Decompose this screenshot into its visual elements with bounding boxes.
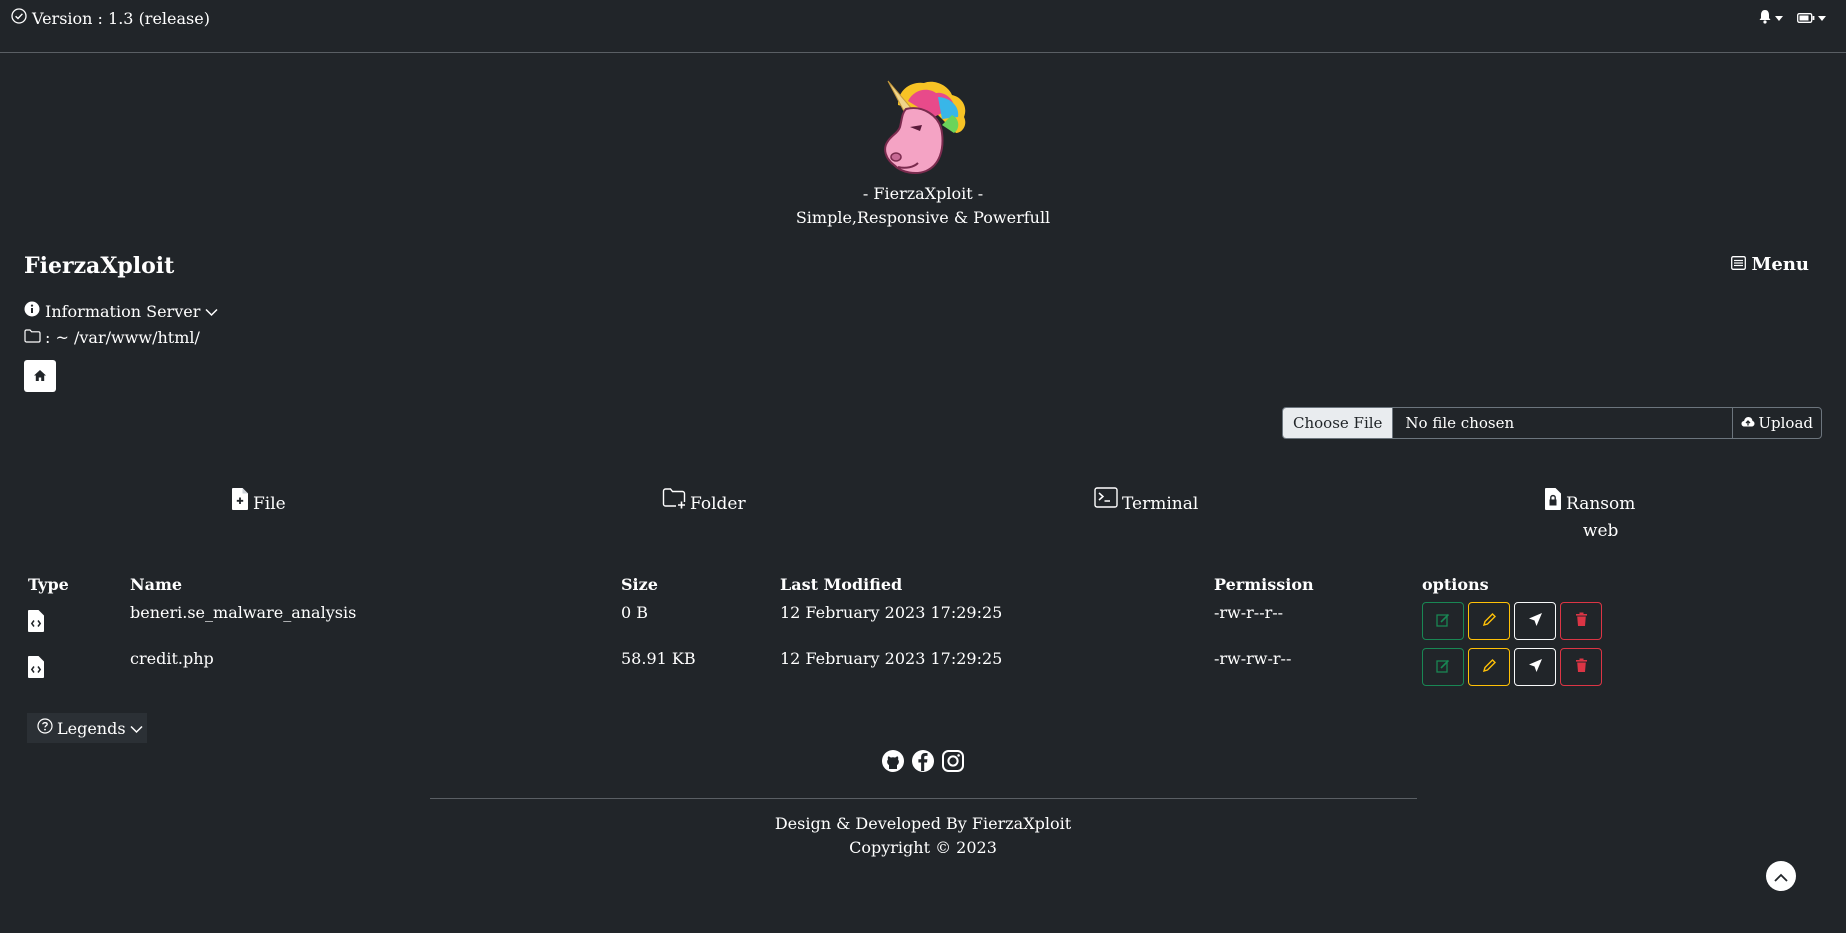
file-code-icon bbox=[24, 609, 48, 633]
upload-form: Choose File No file chosen Upload bbox=[1282, 407, 1822, 439]
terminal-button[interactable]: Terminal bbox=[1094, 487, 1198, 518]
chevron-up-icon bbox=[1774, 867, 1788, 886]
file-modified: 12 February 2023 17:29:25 bbox=[780, 649, 1003, 668]
edit-icon bbox=[1436, 658, 1450, 677]
folder-plus-icon bbox=[662, 487, 686, 518]
menu-button[interactable]: Menu bbox=[1731, 254, 1809, 275]
choose-file-button[interactable]: Choose File bbox=[1283, 408, 1394, 438]
legends-label: Legends bbox=[57, 718, 126, 738]
edit-button[interactable] bbox=[1422, 648, 1464, 686]
ransom-label-line1: Ransom bbox=[1566, 494, 1636, 514]
column-header-size: Size bbox=[621, 574, 658, 594]
current-path: : ~ /var/www/html/ bbox=[24, 328, 200, 347]
file-permission[interactable]: -rw-r--r-- bbox=[1210, 598, 1418, 644]
info-icon bbox=[24, 301, 40, 321]
delete-button[interactable] bbox=[1560, 602, 1602, 640]
facebook-icon[interactable] bbox=[911, 749, 935, 777]
trash-icon bbox=[1575, 658, 1588, 677]
app-subtitle-line: Simple,Responsive & Powerfull bbox=[795, 208, 1051, 227]
brand-name[interactable]: FierzaXploit bbox=[24, 253, 174, 279]
move-button[interactable] bbox=[1514, 648, 1556, 686]
home-button[interactable] bbox=[24, 360, 56, 392]
instagram-icon[interactable] bbox=[941, 749, 965, 777]
edit-icon bbox=[1436, 612, 1450, 631]
terminal-icon bbox=[1094, 487, 1118, 518]
upload-button[interactable]: Upload bbox=[1732, 408, 1821, 438]
home-icon bbox=[33, 367, 47, 386]
path-text[interactable]: : ~ /var/www/html/ bbox=[45, 328, 200, 347]
file-plus-icon bbox=[231, 487, 249, 520]
menu-label: Menu bbox=[1751, 254, 1809, 275]
file-name[interactable]: beneri.se_malware_analysis bbox=[126, 598, 617, 644]
move-button[interactable] bbox=[1514, 602, 1556, 640]
ransom-label-line2: web bbox=[1582, 521, 1619, 541]
rename-button[interactable] bbox=[1468, 648, 1510, 686]
table-row: beneri.se_malware_analysis 0 B 12 Februa… bbox=[24, 598, 1618, 644]
new-folder-label: Folder bbox=[690, 494, 746, 514]
upload-label: Upload bbox=[1758, 414, 1813, 432]
chevron-down-icon bbox=[1818, 16, 1826, 21]
information-server-label: Information Server bbox=[45, 301, 201, 321]
chevron-down-icon bbox=[130, 719, 143, 738]
table-header-row: Type Name Size Last Modified Permission … bbox=[24, 570, 1618, 598]
chevron-down-icon bbox=[1775, 16, 1783, 21]
trash-icon bbox=[1575, 612, 1588, 631]
new-file-button[interactable]: File bbox=[231, 487, 286, 520]
file-options bbox=[1422, 602, 1614, 640]
ransom-web-button[interactable]: Ransom web bbox=[1544, 487, 1635, 545]
file-options bbox=[1422, 648, 1614, 686]
pencil-icon bbox=[1482, 658, 1497, 677]
file-status: No file chosen bbox=[1405, 414, 1515, 432]
file-lock-icon bbox=[1544, 487, 1562, 520]
battery-dropdown[interactable] bbox=[1797, 9, 1826, 28]
footer-copyright: Copyright © 2023 bbox=[849, 838, 997, 857]
send-icon bbox=[1528, 612, 1543, 631]
battery-icon bbox=[1797, 9, 1815, 28]
column-header-last-modified: Last Modified bbox=[780, 574, 903, 594]
social-links bbox=[0, 749, 1846, 777]
footer-divider bbox=[430, 798, 1417, 799]
edit-button[interactable] bbox=[1422, 602, 1464, 640]
bell-icon bbox=[1758, 9, 1772, 28]
column-header-permission: Permission bbox=[1214, 574, 1314, 594]
logo-section: - FierzaXploit - Simple,Responsive & Pow… bbox=[0, 75, 1846, 230]
information-server-toggle[interactable]: Information Server bbox=[24, 301, 218, 321]
footer: Design & Developed By FierzaXploit Copyr… bbox=[0, 812, 1846, 860]
menu-list-icon bbox=[1731, 254, 1747, 275]
new-folder-button[interactable]: Folder bbox=[662, 487, 746, 518]
send-icon bbox=[1528, 658, 1543, 677]
delete-button[interactable] bbox=[1560, 648, 1602, 686]
chevron-down-icon bbox=[205, 302, 218, 321]
file-name[interactable]: credit.php bbox=[126, 644, 617, 690]
question-circle-icon bbox=[37, 718, 53, 738]
terminal-label: Terminal bbox=[1122, 494, 1199, 514]
folder-icon bbox=[24, 328, 41, 347]
back-to-top-button[interactable] bbox=[1766, 861, 1796, 891]
table-row: credit.php 58.91 KB 12 February 2023 17:… bbox=[24, 644, 1618, 690]
file-permission[interactable]: -rw-rw-r-- bbox=[1210, 644, 1418, 690]
file-size: 0 B bbox=[621, 603, 649, 622]
pencil-icon bbox=[1482, 612, 1497, 631]
footer-credits: Design & Developed By FierzaXploit bbox=[774, 814, 1072, 833]
column-header-type: Type bbox=[28, 574, 69, 594]
file-table: Type Name Size Last Modified Permission … bbox=[24, 570, 1618, 690]
rename-button[interactable] bbox=[1468, 602, 1510, 640]
unicorn-logo bbox=[884, 80, 966, 174]
version-text: Version : 1.3 (release) bbox=[32, 8, 210, 28]
legends-toggle[interactable]: Legends bbox=[27, 713, 147, 743]
file-modified: 12 February 2023 17:29:25 bbox=[780, 603, 1003, 622]
file-code-icon bbox=[24, 655, 48, 679]
version-info: Version : 1.3 (release) bbox=[11, 8, 210, 28]
check-circle-icon bbox=[11, 8, 27, 28]
column-header-name: Name bbox=[130, 574, 183, 594]
file-size: 58.91 KB bbox=[621, 649, 696, 668]
new-file-label: File bbox=[253, 494, 286, 514]
app-title-line: - FierzaXploit - bbox=[862, 184, 984, 203]
column-header-options: options bbox=[1422, 574, 1489, 594]
notifications-dropdown[interactable] bbox=[1758, 9, 1783, 28]
top-bar: Version : 1.3 (release) bbox=[0, 0, 1846, 53]
cloud-upload-icon bbox=[1741, 414, 1755, 432]
github-icon[interactable] bbox=[881, 749, 905, 777]
